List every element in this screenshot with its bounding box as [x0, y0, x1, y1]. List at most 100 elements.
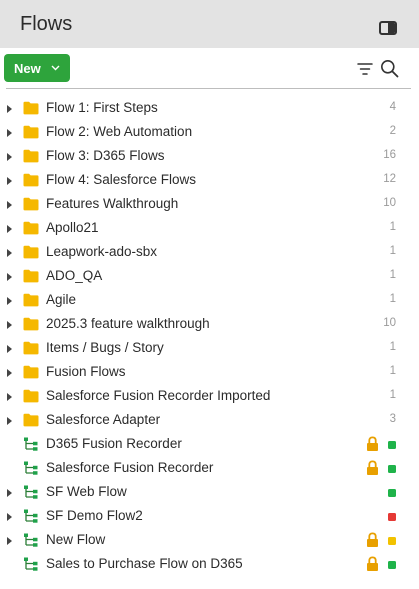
item-label: Leapwork-ado-sbx [46, 244, 158, 259]
page-title: Flows [20, 13, 73, 35]
flow-icon [24, 557, 38, 571]
item-label: Apollo21 [46, 220, 99, 235]
expand-caret-icon[interactable] [7, 369, 12, 377]
item-label: New Flow [46, 532, 106, 547]
folder-row[interactable]: Salesforce Adapter 3 [0, 409, 419, 433]
expand-caret-icon[interactable] [7, 489, 12, 497]
expand-caret-icon[interactable] [7, 201, 12, 209]
folder-icon [23, 197, 39, 211]
item-label: Flow 2: Web Automation [46, 124, 193, 139]
expand-caret-icon[interactable] [7, 105, 12, 113]
expand-caret-icon[interactable] [7, 153, 12, 161]
expand-caret-icon[interactable] [7, 513, 12, 521]
folder-row[interactable]: Agile 1 [0, 289, 419, 313]
item-label: Flow 3: D365 Flows [46, 148, 165, 163]
flow-icon [24, 533, 38, 547]
item-count: 1 [389, 269, 396, 281]
new-button-label: New [14, 60, 41, 76]
item-label: Items / Bugs / Story [46, 340, 164, 355]
folder-row[interactable]: Fusion Flows 1 [0, 361, 419, 385]
flow-row[interactable]: Sales to Purchase Flow on D365 [0, 553, 419, 577]
item-label: ADO_QA [46, 268, 103, 283]
lock-icon [367, 556, 378, 571]
item-label: Flow 1: First Steps [46, 100, 158, 115]
expand-caret-icon[interactable] [7, 273, 12, 281]
flow-row[interactable]: SF Demo Flow2 [0, 505, 419, 529]
item-label: Flow 4: Salesforce Flows [46, 172, 197, 187]
toolbar-divider [6, 88, 411, 89]
item-count: 1 [389, 293, 396, 305]
expand-caret-icon[interactable] [7, 177, 12, 185]
filter-icon[interactable] [357, 62, 373, 76]
folder-row[interactable]: Flow 4: Salesforce Flows 12 [0, 169, 419, 193]
folder-row[interactable]: Salesforce Fusion Recorder Imported 1 [0, 385, 419, 409]
chevron-down-icon [51, 63, 60, 74]
folder-row[interactable]: Features Walkthrough 10 [0, 193, 419, 217]
folder-row[interactable]: 2025.3 feature walkthrough 10 [0, 313, 419, 337]
item-count: 1 [389, 221, 396, 233]
item-label: Agile [46, 292, 77, 307]
item-count: 10 [383, 197, 396, 209]
folder-icon [23, 245, 39, 259]
folder-row[interactable]: Apollo21 1 [0, 217, 419, 241]
item-count: 12 [383, 173, 396, 185]
item-label: Features Walkthrough [46, 196, 179, 211]
folder-icon [23, 149, 39, 163]
folder-icon [23, 173, 39, 187]
status-indicator [388, 513, 396, 521]
folder-row[interactable]: Flow 1: First Steps 4 [0, 97, 419, 121]
lock-icon [367, 436, 378, 451]
search-icon[interactable] [380, 59, 399, 78]
folder-row[interactable]: Flow 3: D365 Flows 16 [0, 145, 419, 169]
folder-icon [23, 269, 39, 283]
flow-row[interactable]: New Flow [0, 529, 419, 553]
expand-caret-icon[interactable] [7, 129, 12, 137]
folder-row[interactable]: Items / Bugs / Story 1 [0, 337, 419, 361]
expand-caret-icon[interactable] [7, 537, 12, 545]
item-count: 1 [389, 365, 396, 377]
lock-icon [367, 532, 378, 547]
item-label: SF Web Flow [46, 484, 127, 499]
expand-caret-icon[interactable] [7, 345, 12, 353]
item-label: Salesforce Fusion Recorder [46, 460, 214, 475]
expand-caret-icon[interactable] [7, 321, 12, 329]
expand-caret-icon[interactable] [7, 417, 12, 425]
folder-icon [23, 221, 39, 235]
folder-icon [23, 389, 39, 403]
expand-caret-icon[interactable] [7, 249, 12, 257]
folder-icon [23, 341, 39, 355]
item-count: 4 [389, 101, 396, 113]
item-label: D365 Fusion Recorder [46, 436, 182, 451]
flow-tree-list: Flow 1: First Steps 4 Flow 2: Web Automati… [0, 97, 419, 577]
flow-row[interactable]: Salesforce Fusion Recorder [0, 457, 419, 481]
folder-row[interactable]: ADO_QA 1 [0, 265, 419, 289]
item-label: Salesforce Fusion Recorder Imported [46, 388, 271, 403]
status-indicator [388, 465, 396, 473]
folder-icon [23, 101, 39, 115]
expand-caret-icon[interactable] [7, 297, 12, 305]
status-indicator [388, 441, 396, 449]
new-button[interactable]: New [4, 54, 70, 82]
toolbar: New [0, 48, 419, 88]
status-indicator [388, 489, 396, 497]
expand-caret-icon[interactable] [7, 393, 12, 401]
expand-caret-icon[interactable] [7, 225, 12, 233]
panel-toggle-icon[interactable] [379, 21, 397, 35]
status-indicator [388, 561, 396, 569]
folder-icon [23, 293, 39, 307]
item-count: 10 [383, 317, 396, 329]
item-count: 2 [389, 125, 396, 137]
folder-row[interactable]: Leapwork-ado-sbx 1 [0, 241, 419, 265]
folder-icon [23, 317, 39, 331]
item-count: 3 [389, 413, 396, 425]
item-label: Fusion Flows [46, 364, 126, 379]
flow-row[interactable]: SF Web Flow [0, 481, 419, 505]
item-count: 16 [383, 149, 396, 161]
item-label: 2025.3 feature walkthrough [46, 316, 210, 331]
flow-icon [24, 485, 38, 499]
flow-row[interactable]: D365 Fusion Recorder [0, 433, 419, 457]
flow-icon [24, 509, 38, 523]
folder-row[interactable]: Flow 2: Web Automation 2 [0, 121, 419, 145]
item-count: 1 [389, 389, 396, 401]
flow-icon [24, 461, 38, 475]
